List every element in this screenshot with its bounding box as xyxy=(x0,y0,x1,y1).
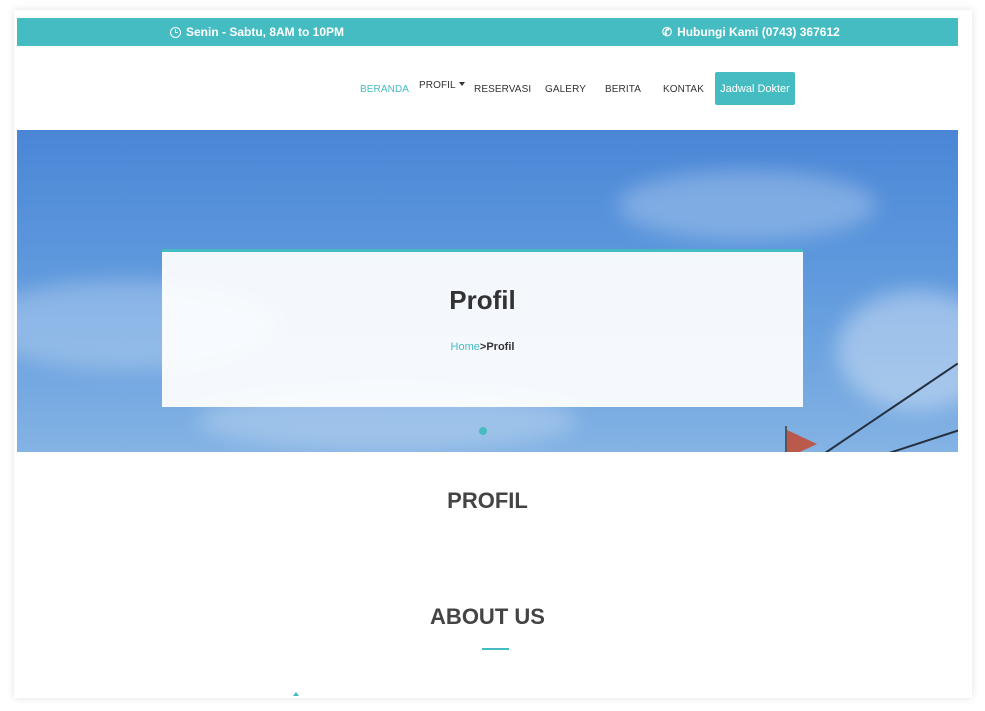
contact-info[interactable]: ✆ Hubungi Kami (0743) 367612 xyxy=(662,25,840,39)
nav-beranda[interactable]: BERANDA xyxy=(360,84,409,95)
nav-profil[interactable]: PROFIL xyxy=(419,80,465,91)
slider-dot[interactable] xyxy=(479,427,487,435)
hero-banner: Profil Home>Profil xyxy=(17,130,958,452)
nav-reservasi[interactable]: RESERVASI xyxy=(474,84,531,95)
phone-icon: ✆ xyxy=(662,25,673,39)
clock-icon xyxy=(170,26,181,38)
hero-title-card: Profil Home>Profil xyxy=(162,249,803,407)
about-us-heading: ABOUT US xyxy=(430,604,545,629)
nav-profil-label: PROFIL xyxy=(419,80,456,91)
nav-kontak[interactable]: KONTAK xyxy=(663,84,704,95)
power-line xyxy=(888,424,958,452)
cloud-decoration xyxy=(617,170,877,240)
opening-hours-text: Senin - Sabtu, 8AM to 10PM xyxy=(186,25,345,39)
heading-underline xyxy=(482,648,509,650)
cloud-decoration xyxy=(837,290,958,410)
page-title: Profil xyxy=(449,285,516,315)
contact-text[interactable]: Hubungi Kami (0743) 367612 xyxy=(677,25,840,39)
arrow-up-icon[interactable] xyxy=(293,692,299,696)
caret-down-icon xyxy=(458,82,465,86)
flag xyxy=(787,430,817,452)
nav-berita[interactable]: BERITA xyxy=(605,84,641,95)
main-navbar: BERANDA PROFIL RESERVASI GALERY BERITA K… xyxy=(17,46,958,130)
jadwal-dokter-button[interactable]: Jadwal Dokter xyxy=(715,72,795,105)
breadcrumb-home-link[interactable]: Home xyxy=(451,341,480,353)
top-info-bar: Senin - Sabtu, 8AM to 10PM ✆ Hubungi Kam… xyxy=(17,18,958,46)
opening-hours: Senin - Sabtu, 8AM to 10PM xyxy=(170,25,344,39)
breadcrumb-current: Profil xyxy=(486,341,515,353)
nav-galery[interactable]: GALERY xyxy=(545,84,586,95)
breadcrumb: Home>Profil xyxy=(162,341,803,353)
profil-heading: PROFIL xyxy=(447,488,528,513)
